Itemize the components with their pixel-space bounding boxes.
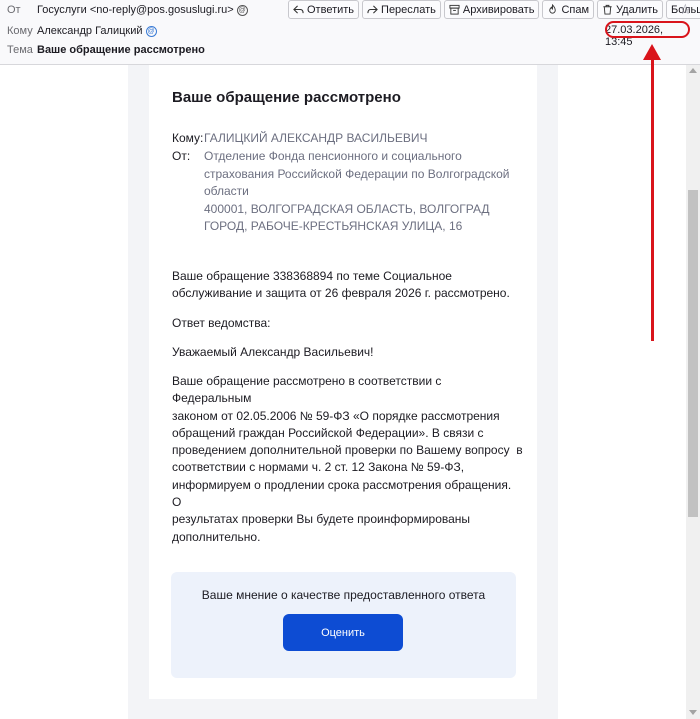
reply-button[interactable]: Ответить [288, 0, 360, 19]
message-toolbar: Ответить Переслать Архивировать Спам Уда… [288, 0, 700, 19]
trash-icon [603, 4, 612, 15]
subject-value: Ваше обращение рассмотрено [37, 44, 205, 56]
sender-line: 400001, ВОЛГОГРАДСКАЯ ОБЛАСТЬ, ВОЛГОГРАД [204, 201, 490, 216]
scroll-down-icon[interactable] [689, 710, 697, 715]
from-value[interactable]: Госуслуги <no-reply@pos.gosuslugi.ru> @ [37, 4, 248, 16]
sender-line: области [204, 184, 249, 198]
reply-arrow-icon [293, 5, 304, 14]
spam-button[interactable]: Спам [542, 0, 595, 19]
recipient-row: Кому:ГАЛИЦКИЙ АЛЕКСАНДР ВАСИЛЬЕВИЧ [172, 130, 427, 147]
sender-line: страхования Российской Федерации по Волг… [204, 166, 510, 181]
annotation-circle [605, 21, 690, 38]
from-key: От: [172, 149, 191, 163]
text-line: обслуживание и защита от 26 февраля 2026… [172, 286, 510, 301]
to-key: Кому: [172, 131, 204, 145]
annotation-arrow-line [651, 52, 654, 341]
delete-label: Удалить [616, 3, 659, 16]
forward-arrow-icon [367, 5, 378, 14]
text-line: обращений граждан Российской Федерации».… [172, 425, 484, 440]
message-body: Ваше обращение рассмотрено Кому:ГАЛИЦКИЙ… [0, 65, 686, 719]
verified-contact-icon[interactable]: @ [145, 25, 157, 37]
paragraph-greeting: Уважаемый Александр Васильевич! [172, 345, 374, 359]
to-value[interactable]: Александр Галицкий @ [37, 25, 157, 37]
rating-panel: Ваше мнение о качестве предоставленного … [171, 572, 516, 678]
message-date: 27.03.2026, 13:45 [605, 21, 691, 48]
from-address[interactable]: Госуслуги <no-reply@pos.gosuslugi.ru> [37, 4, 234, 16]
star-icon[interactable]: ☆ [679, 1, 692, 18]
archive-box-icon [449, 4, 460, 15]
message-header: От Госуслуги <no-reply@pos.gosuslugi.ru>… [0, 0, 700, 65]
subject-label: Тема [7, 44, 33, 56]
spam-label: Спам [561, 3, 590, 16]
scroll-up-icon[interactable] [689, 68, 697, 73]
email-title: Ваше обращение рассмотрено [172, 89, 401, 106]
paragraph-body: Ваше обращение рассмотрено в соответстви… [172, 373, 523, 546]
vertical-scrollbar[interactable] [686, 65, 700, 719]
sender-key-row: От: [172, 148, 204, 165]
text-line: законом от 02.05.2006 № 59-ФЗ «О порядке… [172, 408, 500, 423]
to-val: ГАЛИЦКИЙ АЛЕКСАНДР ВАСИЛЬЕВИЧ [204, 131, 428, 145]
sender-line: ГОРОД, РАБОЧЕ-КРЕСТЬЯНСКАЯ УЛИЦА, 16 [204, 219, 463, 233]
text-line: соответствии с нормами ч. 2 ст. 12 Закон… [172, 460, 465, 475]
forward-label: Переслать [381, 3, 436, 16]
archive-label: Архивировать [462, 3, 535, 16]
text-line: Ваше обращение 338368894 по теме Социаль… [172, 269, 452, 283]
from-label: От [7, 4, 21, 16]
text-line: Ваше обращение рассмотрено в соответстви… [172, 374, 442, 406]
sender-line: Отделение Фонда пенсионного и социальног… [204, 149, 462, 163]
text-line: информируем о продлении срока рассмотрен… [172, 477, 512, 510]
rate-button[interactable]: Оценить [283, 614, 403, 651]
text-line: проведением дополнительной проверки по В… [172, 443, 523, 458]
text-line: результатах проверки Вы будете проинформ… [172, 512, 471, 527]
rating-prompt: Ваше мнение о качестве предоставленного … [201, 588, 486, 602]
text-line: дополнительно. [172, 529, 261, 544]
contact-icon[interactable]: @ [236, 4, 248, 16]
forward-button[interactable]: Переслать [362, 0, 441, 19]
to-address[interactable]: Александр Галицкий [37, 25, 143, 37]
spam-flame-icon [549, 4, 557, 14]
sender-block: Отделение Фонда пенсионного и социальног… [204, 148, 514, 236]
archive-button[interactable]: Архивировать [443, 0, 540, 19]
paragraph-agency-reply: Ответ ведомства: [172, 316, 271, 330]
delete-button[interactable]: Удалить [597, 0, 664, 19]
to-label: Кому [7, 25, 33, 37]
scroll-thumb[interactable] [688, 190, 698, 517]
reply-label: Ответить [307, 3, 355, 16]
paragraph-request: Ваше обращение 338368894 по теме Социаль… [172, 268, 517, 303]
